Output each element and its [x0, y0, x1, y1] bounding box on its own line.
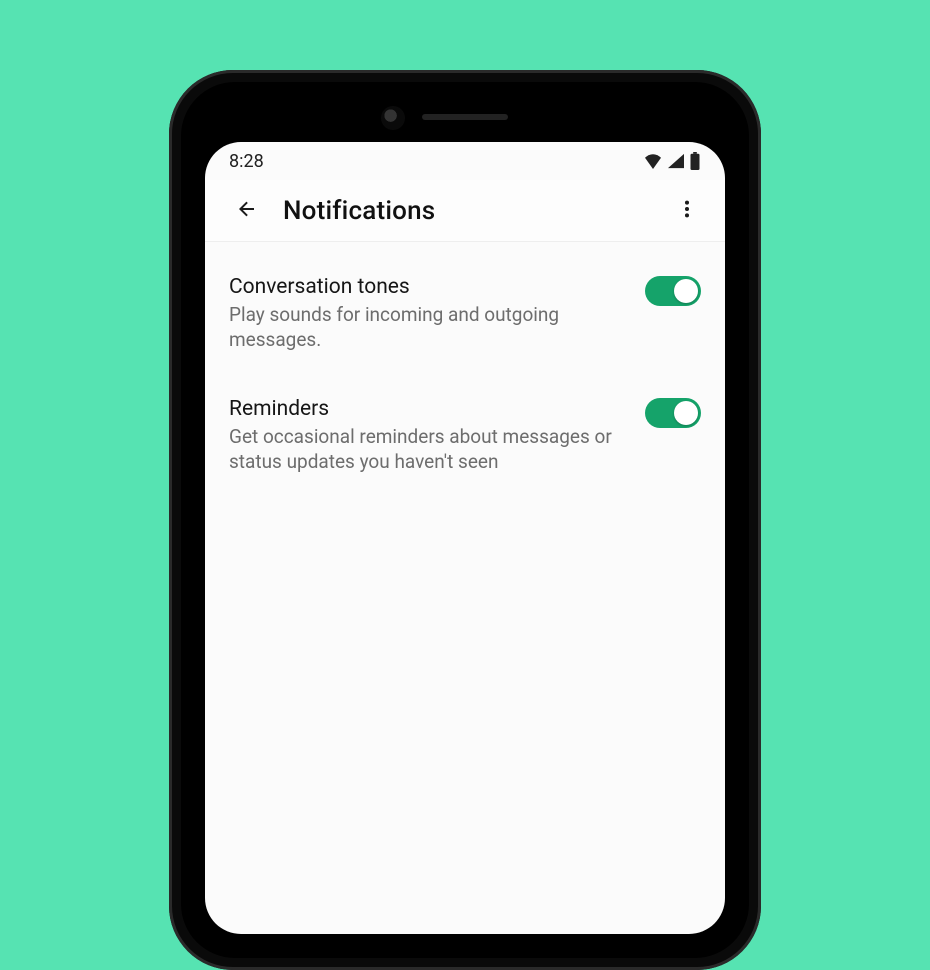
setting-reminders[interactable]: Reminders Get occasional reminders about… [205, 372, 725, 494]
app-bar: Notifications [205, 180, 725, 242]
status-bar: 8:28 [205, 142, 725, 180]
earpiece [422, 114, 508, 120]
setting-text: Reminders Get occasional reminders about… [229, 396, 629, 474]
switch-thumb [674, 279, 698, 303]
setting-conversation-tones[interactable]: Conversation tones Play sounds for incom… [205, 250, 725, 372]
battery-icon [689, 152, 701, 170]
overflow-menu-button[interactable] [669, 193, 705, 229]
setting-subtitle: Play sounds for incoming and outgoing me… [229, 302, 629, 352]
phone-frame: 8:28 [169, 70, 761, 970]
toggle-reminders[interactable] [645, 398, 701, 428]
status-icons [643, 152, 701, 170]
toggle-conversation-tones[interactable] [645, 276, 701, 306]
screen: 8:28 [205, 142, 725, 934]
setting-title: Conversation tones [229, 274, 629, 300]
setting-subtitle: Get occasional reminders about messages … [229, 424, 629, 474]
wifi-icon [643, 153, 663, 169]
cellular-icon [667, 153, 685, 169]
more-vert-icon [676, 198, 698, 224]
status-time: 8:28 [229, 151, 264, 172]
back-button[interactable] [229, 193, 265, 229]
setting-title: Reminders [229, 396, 629, 422]
setting-text: Conversation tones Play sounds for incom… [229, 274, 629, 352]
switch-thumb [674, 401, 698, 425]
arrow-back-icon [235, 197, 259, 225]
phone-bezel: 8:28 [181, 82, 749, 958]
settings-list: Conversation tones Play sounds for incom… [205, 242, 725, 494]
front-camera [381, 106, 405, 130]
page-title: Notifications [283, 196, 669, 226]
